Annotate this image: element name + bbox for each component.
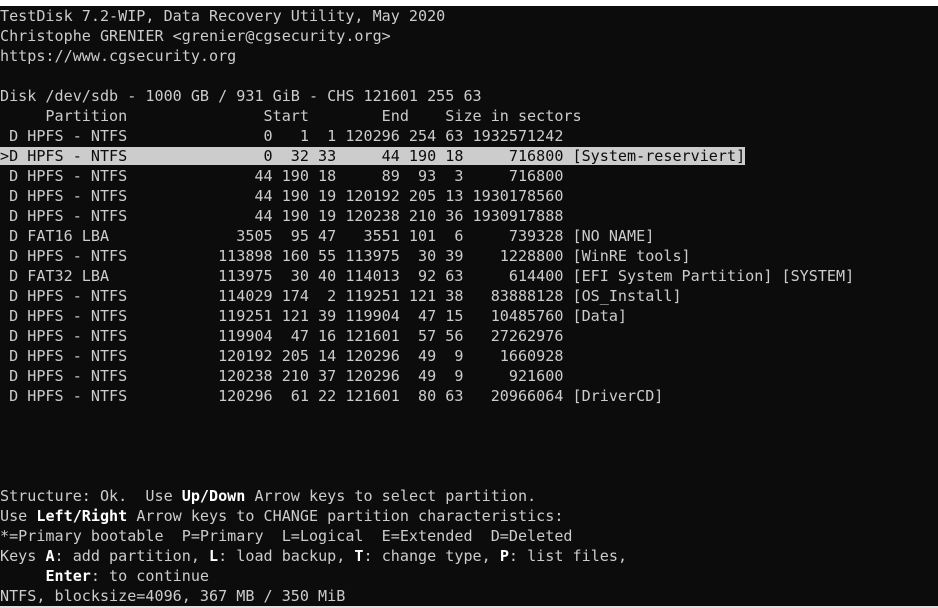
partition-row-selected[interactable]: >D HPFS - NTFS 0 32 33 44 190 18 716800 …	[0, 146, 746, 166]
partition-row[interactable]: D HPFS - NTFS 44 190 19 120192 205 13 19…	[0, 186, 563, 206]
use-text: Use	[0, 507, 37, 525]
keys-help-line: Keys A: add partition, L: load backup, T…	[0, 546, 627, 566]
app-title-line: TestDisk 7.2-WIP, Data Recovery Utility,…	[0, 7, 446, 25]
partition-row[interactable]: D FAT16 LBA 3505 95 47 3551 101 6 739328…	[0, 226, 654, 246]
key-t-desc: : change type,	[363, 547, 500, 565]
key-l-desc: : load backup,	[218, 547, 355, 565]
use-text-end: Arrow keys to CHANGE partition character…	[127, 507, 564, 525]
url-line: https://www.cgsecurity.org	[0, 47, 237, 65]
partition-row[interactable]: D HPFS - NTFS 114029 174 2 119251 121 38…	[0, 286, 681, 306]
key-l[interactable]: L	[209, 547, 218, 565]
key-p-desc: : list files,	[508, 547, 628, 565]
partition-row[interactable]: D FAT32 LBA 113975 30 40 114013 92 63 61…	[0, 266, 854, 286]
terminal-window[interactable]: TestDisk 7.2-WIP, Data Recovery Utility,…	[0, 6, 938, 606]
partition-row[interactable]: D HPFS - NTFS 119904 47 16 121601 57 56 …	[0, 326, 563, 346]
partition-row[interactable]: D HPFS - NTFS 0 1 1 120296 254 63 193257…	[0, 126, 563, 146]
partition-row[interactable]: D HPFS - NTFS 113898 160 55 113975 30 39…	[0, 246, 691, 266]
enter-desc: : to continue	[90, 567, 210, 585]
partition-row[interactable]: D HPFS - NTFS 120296 61 22 121601 80 63 …	[0, 386, 663, 406]
partition-table-header: Partition Start End Size in sectors	[0, 107, 582, 125]
disk-info-line: Disk /dev/sdb - 1000 GB / 931 GiB - CHS …	[0, 87, 482, 105]
selected-partition-highlight[interactable]: >D HPFS - NTFS 0 32 33 44 190 18 716800 …	[0, 147, 746, 165]
key-a[interactable]: A	[45, 547, 54, 565]
enter-help-line: Enter: to continue	[0, 566, 209, 586]
change-help-line: Use Left/Right Arrow keys to CHANGE part…	[0, 506, 563, 526]
partition-row[interactable]: D HPFS - NTFS 120238 210 37 120296 49 9 …	[0, 366, 563, 386]
left-right-key: Left/Right	[36, 507, 128, 525]
partition-type-legend: *=Primary bootable P=Primary L=Logical E…	[0, 527, 573, 545]
up-down-key: Up/Down	[181, 487, 246, 505]
partition-row[interactable]: D HPFS - NTFS 44 190 18 89 93 3 716800	[0, 166, 563, 186]
keys-text: Keys	[0, 547, 46, 565]
partition-row[interactable]: D HPFS - NTFS 120192 205 14 120296 49 9 …	[0, 346, 563, 366]
key-p[interactable]: P	[500, 547, 509, 565]
key-t[interactable]: T	[354, 547, 363, 565]
partition-row[interactable]: D HPFS - NTFS 119251 121 39 119904 47 15…	[0, 306, 627, 326]
structure-status-line: Structure: Ok. Use Up/Down Arrow keys to…	[0, 486, 536, 506]
enter-indent	[0, 567, 45, 585]
filesystem-status-line: NTFS, blocksize=4096, 367 MB / 350 MiB	[0, 587, 346, 605]
partition-row[interactable]: D HPFS - NTFS 44 190 19 120238 210 36 19…	[0, 206, 563, 226]
key-a-desc: : add partition,	[54, 547, 210, 565]
structure-text: Structure: Ok. Use	[0, 487, 182, 505]
enter-key[interactable]: Enter	[45, 567, 90, 585]
author-line: Christophe GRENIER <grenier@cgsecurity.o…	[0, 27, 391, 45]
structure-text-end: Arrow keys to select partition.	[245, 487, 537, 505]
